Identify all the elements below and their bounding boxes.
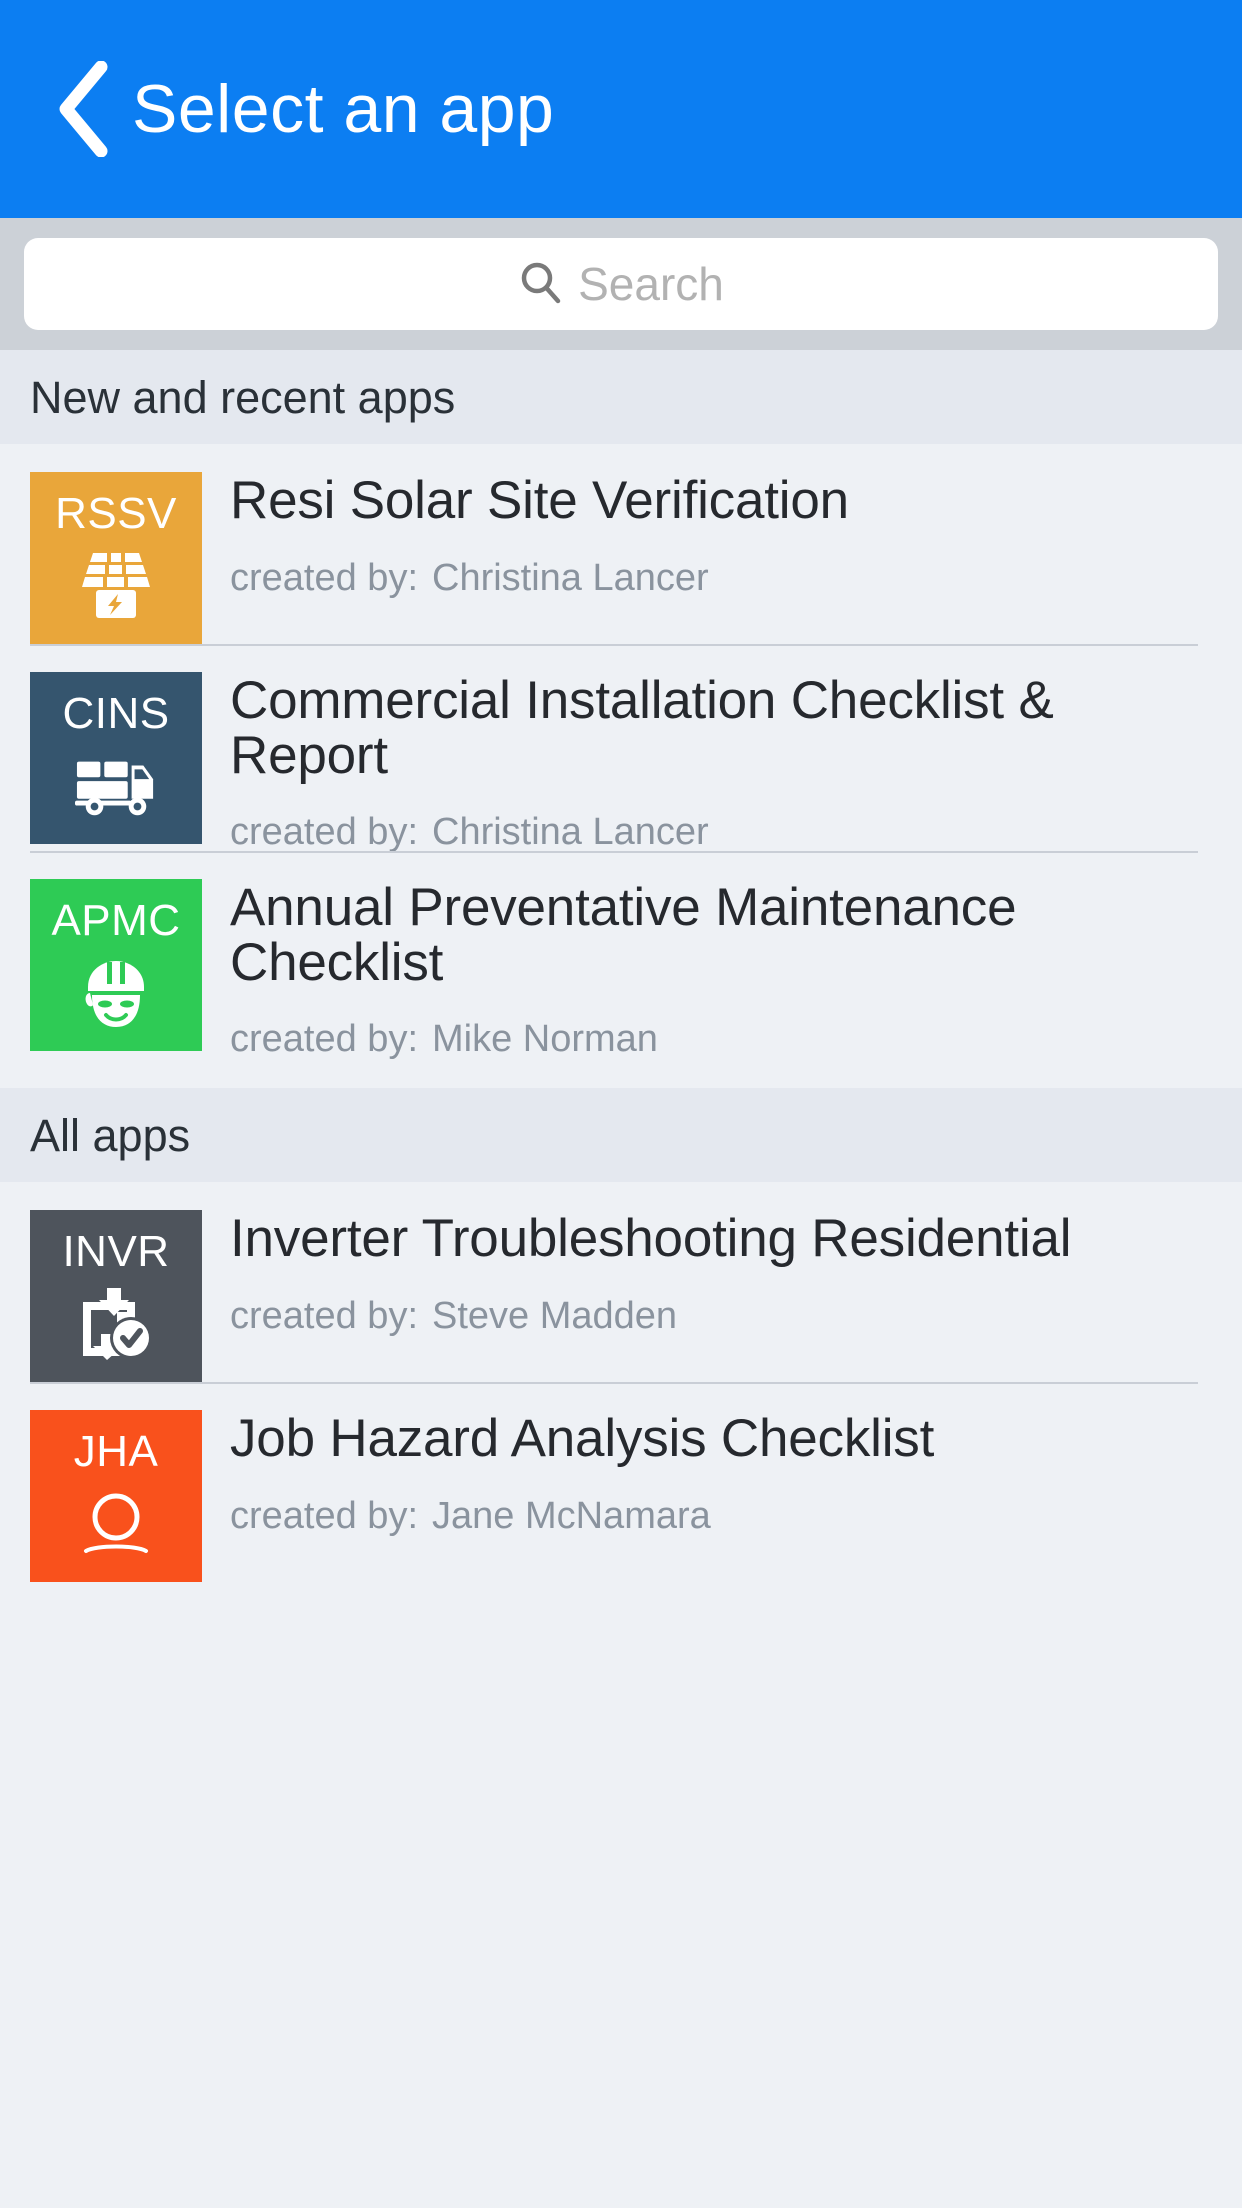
- section-header-new-and-recent: New and recent apps: [0, 350, 1242, 444]
- section-header-all-apps: All apps: [0, 1088, 1242, 1183]
- spacer: [0, 1058, 1242, 1089]
- app-author-line: created by: Christina Lancer: [230, 813, 1212, 851]
- hard-hat-worker-icon: [75, 957, 157, 1029]
- app-author-line: created by: Jane McNamara: [230, 1497, 1212, 1535]
- app-title: Job Hazard Analysis Checklist: [230, 1409, 935, 1469]
- created-by-label: created by:: [230, 1294, 418, 1337]
- created-by-label: created by:: [230, 1018, 418, 1061]
- app-info: Inverter Troubleshooting Residential cre…: [202, 1210, 1212, 1335]
- app-tile-rssv: RSSV: [30, 472, 202, 644]
- list-item[interactable]: JHA Job Hazard Analysis Checklist create…: [0, 1382, 1242, 1583]
- author-name: Christina Lancer: [432, 556, 709, 599]
- section-label: New and recent apps: [30, 371, 456, 423]
- app-abbreviation: RSSV: [55, 489, 177, 538]
- app-tile-apmc: APMC: [30, 879, 202, 1052]
- list-item[interactable]: APMC Annual Preventative Maintenance Che…: [0, 851, 1242, 1059]
- list-item[interactable]: CINS Commercial Installation Checklist &…: [0, 644, 1242, 852]
- list-item[interactable]: RSSV Resi Solar Site Verification create…: [0, 444, 1242, 644]
- app-info: Job Hazard Analysis Checklist created by…: [202, 1410, 1212, 1535]
- created-by-label: created by:: [230, 556, 418, 599]
- author-name: Steve Madden: [432, 1294, 678, 1337]
- app-tile-cins: CINS: [30, 672, 202, 844]
- list-item[interactable]: INVR Inverter Troubleshooting Residentia…: [0, 1182, 1242, 1383]
- app-abbreviation: CINS: [62, 689, 170, 738]
- person-hazard-icon: [75, 1488, 157, 1560]
- search-placeholder-text: Search: [578, 258, 724, 310]
- chevron-left-icon: [56, 61, 110, 157]
- app-author-line: created by: Steve Madden: [230, 1297, 1212, 1335]
- app-abbreviation: INVR: [62, 1227, 170, 1277]
- search-bar-container: Search: [0, 218, 1242, 350]
- created-by-label: created by:: [230, 1494, 418, 1537]
- author-name: Christina Lancer: [432, 811, 709, 854]
- app-tile-invr: INVR: [30, 1210, 202, 1383]
- search-icon: [518, 260, 562, 309]
- solar-panel-icon: [75, 550, 157, 622]
- app-title: Inverter Troubleshooting Residential: [230, 1209, 1072, 1269]
- app-info: Commercial Installation Checklist & Repo…: [202, 672, 1212, 851]
- app-title: Annual Preventative Maintenance Checklis…: [230, 878, 1017, 992]
- app-tile-jha: JHA: [30, 1410, 202, 1583]
- app-list: New and recent apps RSSV Resi Solar Site…: [0, 350, 1242, 2208]
- app-info: Annual Preventative Maintenance Checklis…: [202, 879, 1212, 1058]
- section-label: All apps: [30, 1109, 191, 1161]
- author-name: Mike Norman: [432, 1018, 658, 1061]
- delivery-truck-icon: [75, 750, 157, 822]
- search-input[interactable]: Search: [24, 238, 1218, 330]
- app-info: Resi Solar Site Verification created by:…: [202, 471, 1212, 597]
- app-author-line: created by: Mike Norman: [230, 1020, 1212, 1058]
- page-title: Select an app: [132, 71, 555, 147]
- header-bar: Select an app: [0, 0, 1242, 218]
- app-selection-screen: Select an app Search New and recent apps…: [0, 0, 1242, 2208]
- inverter-check-icon: [75, 1288, 157, 1361]
- app-abbreviation: APMC: [51, 896, 181, 946]
- app-title: Commercial Installation Checklist & Repo…: [230, 671, 1054, 785]
- app-abbreviation: JHA: [73, 1427, 159, 1477]
- created-by-label: created by:: [230, 811, 418, 854]
- app-title: Resi Solar Site Verification: [230, 471, 849, 530]
- back-button[interactable]: [56, 61, 110, 157]
- app-author-line: created by: Christina Lancer: [230, 559, 1212, 597]
- author-name: Jane McNamara: [432, 1494, 711, 1537]
